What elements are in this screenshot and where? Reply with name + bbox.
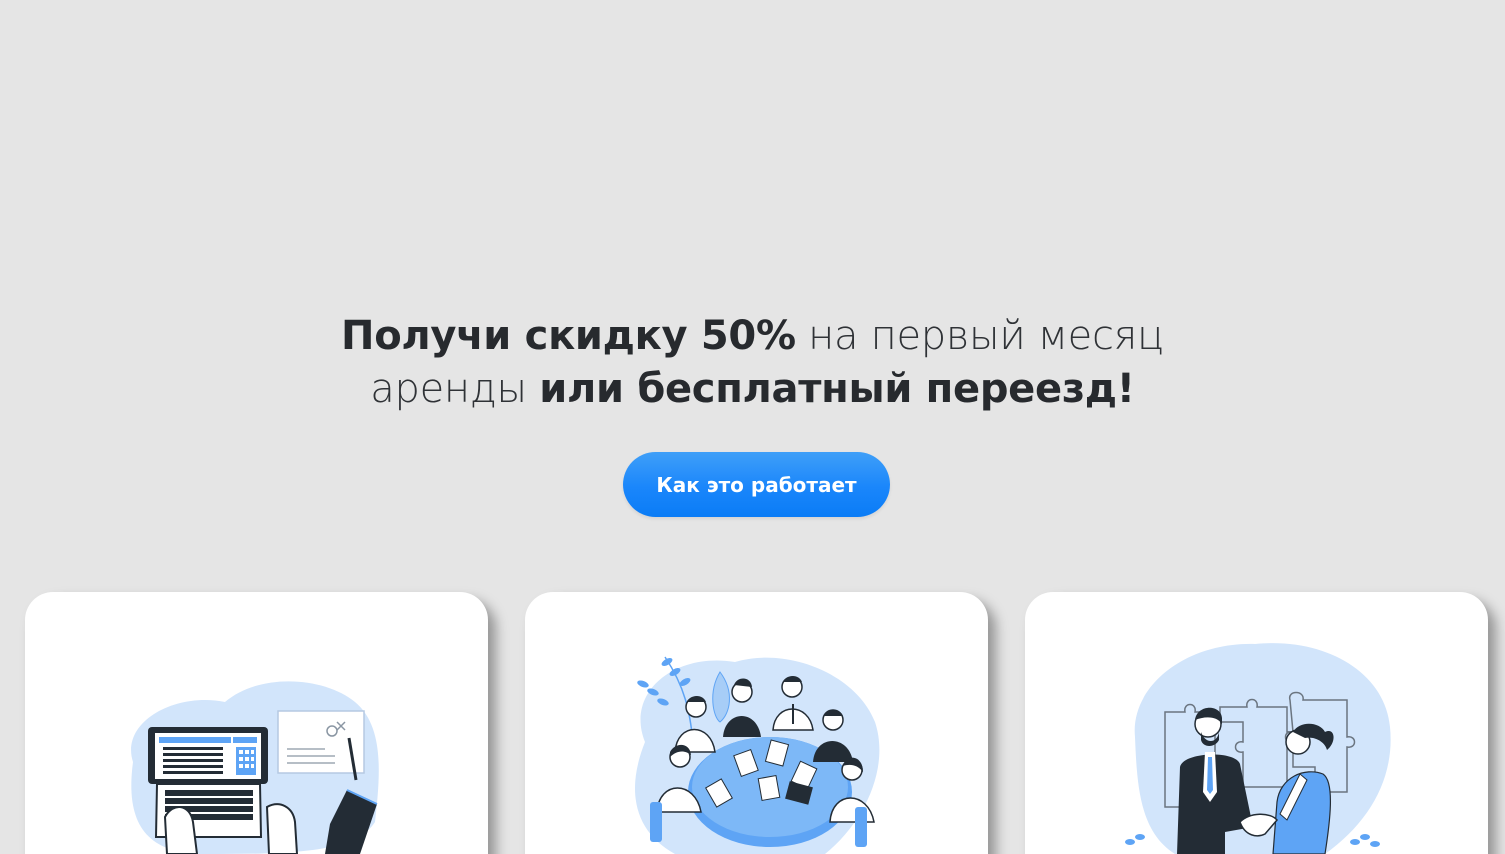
promo-discount-text: Получи скидку 50% xyxy=(341,313,796,359)
laptop-documents-illustration xyxy=(131,681,379,854)
promo-month-text: на первый месяц xyxy=(795,313,1164,359)
feature-card-1[interactable] xyxy=(25,592,488,854)
promo-free-move-text: или бесплатный переезд! xyxy=(539,366,1135,412)
feature-card-2[interactable] xyxy=(525,592,988,854)
feature-card-3[interactable] xyxy=(1025,592,1488,854)
team-meeting-illustration xyxy=(635,656,880,854)
promo-line-1: Получи скидку 50% на первый месяц xyxy=(0,310,1505,363)
handshake-puzzle-illustration xyxy=(1125,643,1391,854)
promo-rent-text: аренды xyxy=(370,366,540,412)
how-it-works-button[interactable]: Как это работает xyxy=(623,452,890,517)
promo-line-2: аренды или бесплатный переезд! xyxy=(0,363,1505,416)
promo-headline: Получи скидку 50% на первый месяц аренды… xyxy=(0,310,1505,416)
page: Получи скидку 50% на первый месяц аренды… xyxy=(0,0,1505,854)
